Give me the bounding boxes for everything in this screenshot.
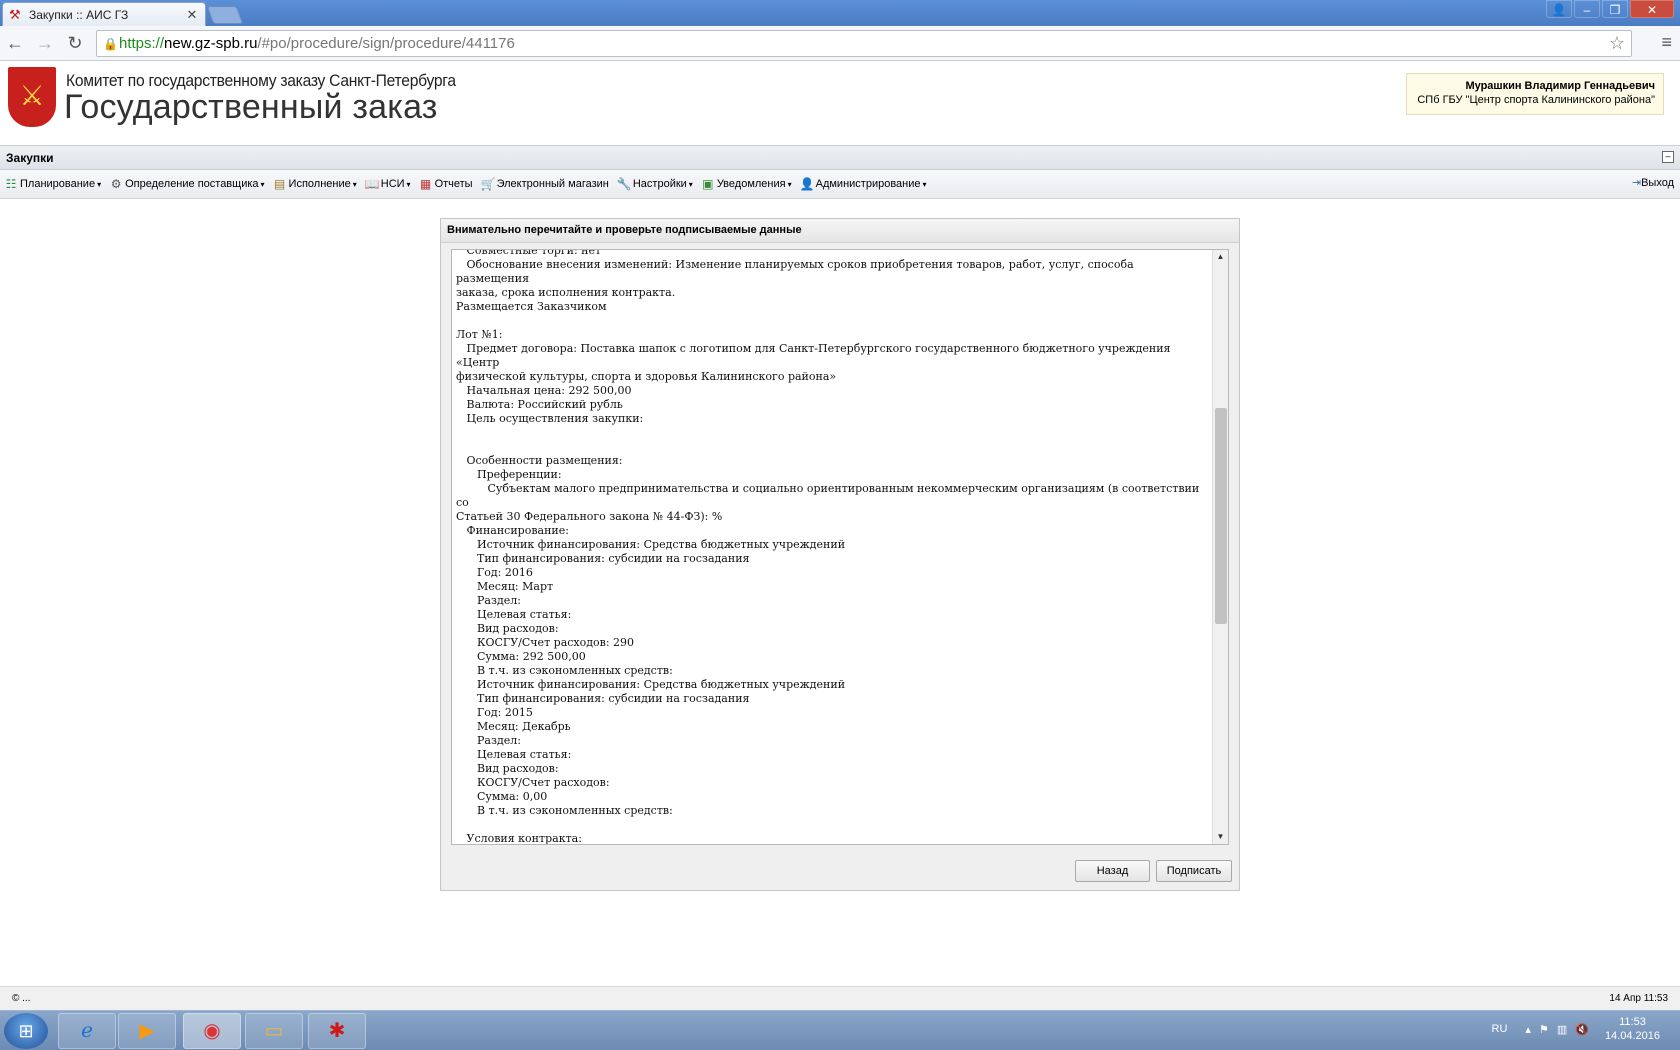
- menu-label: Определение поставщика: [125, 178, 259, 190]
- browser-menu-icon[interactable]: ≡: [1661, 32, 1672, 53]
- collapse-icon[interactable]: –: [1662, 151, 1674, 163]
- dropdown-caret-icon: ▾: [688, 179, 693, 189]
- restore-button[interactable]: ❐: [1602, 0, 1628, 18]
- menu-label: Уведомления: [716, 178, 786, 190]
- site-favicon-icon: ⚒: [9, 6, 21, 22]
- close-window-button[interactable]: ✕: [1630, 0, 1674, 18]
- tray-expand-icon[interactable]: ▴: [1525, 1023, 1531, 1036]
- url-scheme: https://: [119, 35, 165, 52]
- menu-label: Администрирование: [815, 178, 921, 190]
- tab-title: Закупки :: АИС ГЗ: [29, 7, 129, 22]
- dialog-title: Внимательно перечитайте и проверьте подп…: [441, 219, 1239, 243]
- shopping-cart-icon: 🛒: [480, 177, 496, 191]
- menu-reports[interactable]: ▦ Отчеты: [419, 177, 473, 191]
- vertical-scrollbar[interactable]: ▲ ▼: [1212, 250, 1228, 844]
- gears-icon: ⚙: [110, 177, 122, 191]
- clock-date: 14.04.2016: [1604, 1030, 1660, 1042]
- browser-tab[interactable]: ⚒ Закупки :: АИС ГЗ ✕: [2, 2, 206, 26]
- menu-label: Отчеты: [434, 178, 473, 190]
- site-title: Государственный заказ: [64, 88, 438, 126]
- volume-muted-icon[interactable]: 🔇: [1575, 1023, 1589, 1036]
- app-title: Закупки: [6, 151, 54, 165]
- browser-toolbar: ← → ↻ 🔒 https://new.gz-spb.ru/#po/proced…: [0, 26, 1680, 61]
- clock-time: 11:53: [1619, 1016, 1646, 1028]
- chrome-icon[interactable]: ◉: [183, 1013, 241, 1049]
- menu-e-shop[interactable]: 🛒 Электронный магазин: [481, 177, 609, 191]
- url-path: /#po/procedure/sign/procedure/441176: [257, 35, 515, 52]
- main-menu-bar: ☷ Планирование ▾ ⚙ Определение поставщика…: [0, 170, 1680, 199]
- menu-settings[interactable]: 🔧 Настройки ▾: [617, 177, 693, 191]
- dropdown-caret-icon: ▾: [260, 179, 265, 189]
- menu-label: Планирование: [20, 178, 96, 190]
- new-tab-button[interactable]: [206, 6, 244, 24]
- page-header: ⚔ Комитет по государственному заказу Сан…: [0, 61, 1680, 145]
- lock-icon: 🔒: [103, 36, 118, 51]
- app-red-icon[interactable]: ✱: [308, 1013, 366, 1049]
- back-arrow-icon[interactable]: ←: [0, 28, 30, 58]
- execution-icon: ▤: [273, 177, 286, 191]
- menu-execution[interactable]: ▤ Исполнение ▾: [273, 177, 357, 191]
- menu-notifications[interactable]: ▣ Уведомления ▾: [701, 177, 792, 191]
- dropdown-caret-icon: ▾: [406, 179, 411, 189]
- copyright-text: © ...: [12, 993, 31, 1004]
- app-status-bar: © ... 14 Апр 11:53: [0, 986, 1680, 1010]
- menu-planning[interactable]: ☷ Планирование ▾: [4, 177, 101, 191]
- exit-button[interactable]: ⇥ Выход: [1631, 176, 1674, 190]
- app-title-bar: Закупки –: [0, 145, 1680, 170]
- book-icon: 📖: [364, 177, 380, 191]
- menu-administration[interactable]: 👤 Администрирование ▾: [800, 177, 927, 191]
- scroll-up-arrow-icon[interactable]: ▲: [1213, 250, 1228, 264]
- menu-nsi[interactable]: 📖 НСИ ▾: [365, 177, 411, 191]
- menu-supplier-selection[interactable]: ⚙ Определение поставщика ▾: [109, 177, 265, 191]
- bookmark-star-icon[interactable]: ☆: [1609, 33, 1625, 54]
- menu-label: Исполнение: [288, 178, 351, 190]
- forward-arrow-icon[interactable]: →: [30, 28, 60, 58]
- exit-label: Выход: [1641, 176, 1674, 189]
- internet-explorer-icon[interactable]: ℯ: [58, 1013, 116, 1049]
- back-button[interactable]: Назад: [1075, 860, 1150, 882]
- dropdown-caret-icon: ▾: [352, 179, 357, 189]
- user-name: Мурашкин Владимир Геннадьевич: [1465, 80, 1655, 92]
- file-explorer-icon[interactable]: ▭: [245, 1013, 303, 1049]
- menu-label: Настройки: [632, 178, 687, 190]
- tab-close-icon[interactable]: ✕: [185, 7, 199, 23]
- signed-data-text-area[interactable]: Совместные торги: нет Обоснование внесен…: [451, 249, 1229, 845]
- url-host: new.gz-spb.ru: [164, 35, 258, 52]
- coat-of-arms-logo: ⚔: [8, 67, 56, 127]
- signed-data-content: Совместные торги: нет Обоснование внесен…: [456, 249, 1200, 845]
- dropdown-caret-icon: ▾: [787, 179, 792, 189]
- system-tray: RU ▴ ⚑ ▥ 🔇 11:53 14.04.2016: [1492, 1015, 1660, 1043]
- network-icon[interactable]: ▥: [1557, 1023, 1567, 1036]
- browser-titlebar: ⚒ Закупки :: АИС ГЗ ✕ 👤 – ❐ ✕: [0, 0, 1680, 26]
- minimize-button[interactable]: –: [1574, 0, 1600, 18]
- window-controls: 👤 – ❐ ✕: [1544, 0, 1674, 18]
- report-icon: ▦: [419, 177, 432, 191]
- address-bar[interactable]: 🔒 https://new.gz-spb.ru/#po/procedure/si…: [96, 30, 1632, 57]
- reload-icon[interactable]: ↻: [60, 28, 90, 58]
- user-info-box: Мурашкин Владимир Геннадьевич СПб ГБУ "Ц…: [1406, 73, 1664, 115]
- user-icon: 👤: [799, 177, 815, 191]
- start-button-icon[interactable]: ⊞: [4, 1013, 48, 1049]
- sign-button[interactable]: Подписать: [1156, 860, 1232, 882]
- wrench-icon: 🔧: [616, 177, 632, 191]
- windows-taskbar: ⊞ ℯ ▶ ◉ ▭ ✱ RU ▴ ⚑ ▥ 🔇 11:53 14.04.2016: [0, 1010, 1680, 1050]
- status-datetime: 14 Апр 11:53: [1609, 993, 1668, 1004]
- menu-label: Электронный магазин: [496, 178, 609, 190]
- action-center-icon[interactable]: ⚑: [1539, 1023, 1549, 1036]
- exit-icon: ⇥: [1631, 177, 1642, 189]
- notification-icon: ▣: [702, 177, 714, 191]
- user-organization: СПб ГБУ "Центр спорта Калининского район…: [1417, 94, 1655, 106]
- language-indicator[interactable]: RU: [1492, 1023, 1508, 1035]
- menu-label: НСИ: [380, 178, 405, 190]
- scroll-down-arrow-icon[interactable]: ▼: [1213, 830, 1228, 844]
- sign-data-dialog: Внимательно перечитайте и проверьте подп…: [440, 218, 1240, 891]
- user-profile-icon[interactable]: 👤: [1546, 0, 1572, 18]
- media-player-icon[interactable]: ▶: [118, 1013, 176, 1049]
- scrollbar-thumb[interactable]: [1215, 408, 1227, 624]
- taskbar-clock[interactable]: 11:53 14.04.2016: [1605, 1015, 1660, 1043]
- dropdown-caret-icon: ▾: [97, 179, 102, 189]
- planning-icon: ☷: [5, 177, 17, 191]
- dropdown-caret-icon: ▾: [922, 179, 927, 189]
